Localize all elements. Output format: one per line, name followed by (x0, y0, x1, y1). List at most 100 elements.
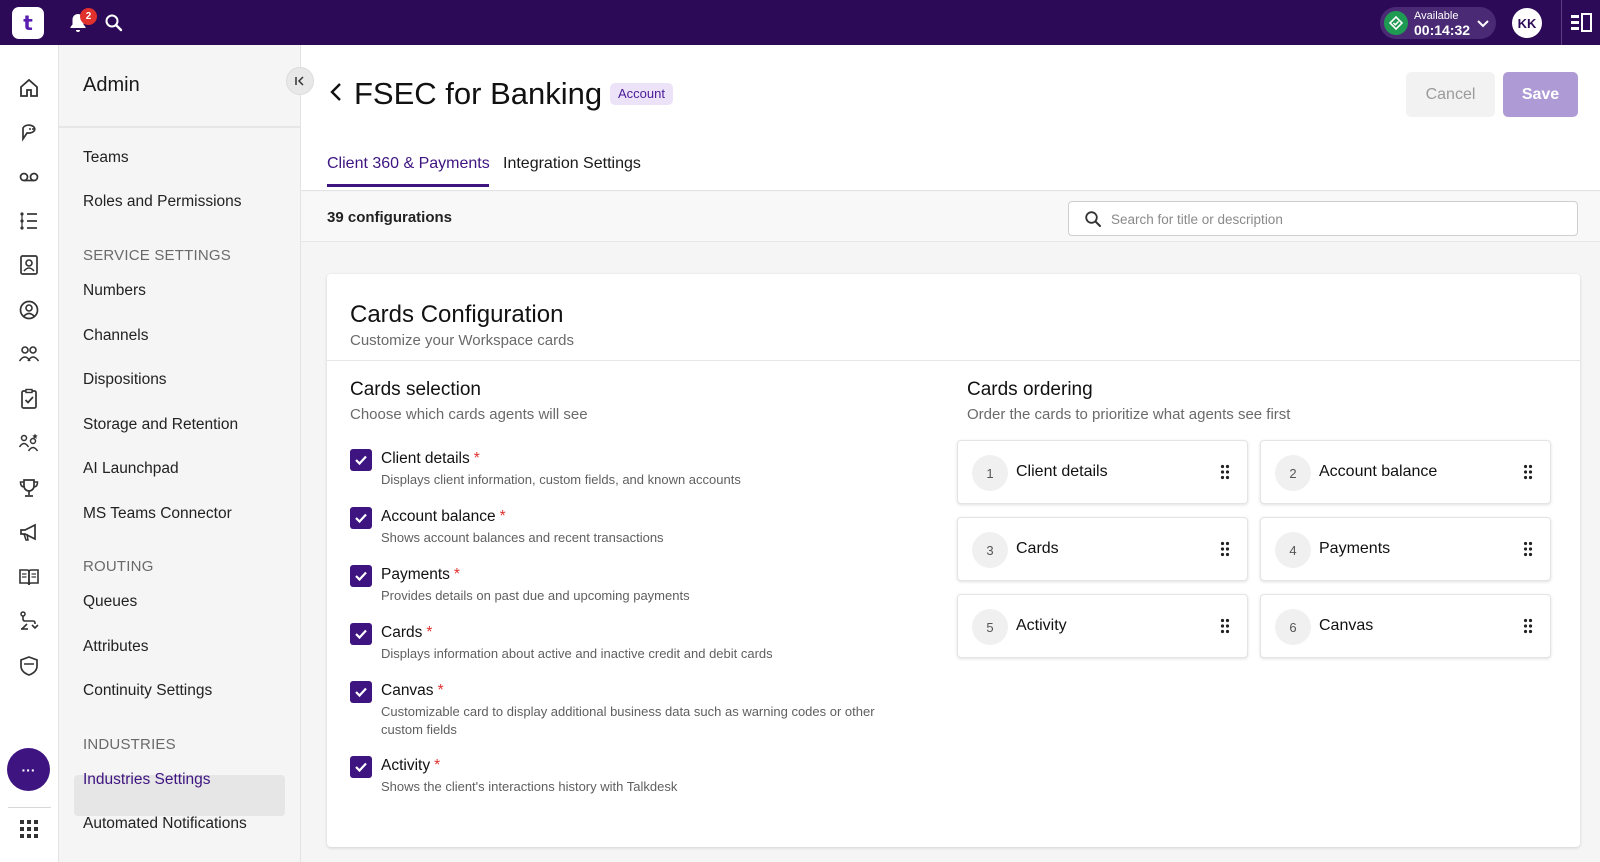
required-asterisk: * (426, 624, 433, 641)
cards-selection-subtitle: Choose which cards agents will see (350, 406, 588, 423)
tab-integration-settings[interactable]: Integration Settings (503, 155, 641, 173)
agent-icon[interactable] (17, 298, 41, 322)
required-asterisk: * (453, 566, 460, 583)
user-avatar[interactable]: KK (1512, 8, 1542, 38)
sidebar-item-storage-and-retention[interactable]: Storage and Retention (83, 416, 238, 434)
rail-divider (8, 807, 51, 808)
drag-handle-icon[interactable] (1523, 618, 1533, 639)
drag-handle-icon[interactable] (1220, 541, 1230, 562)
search-field[interactable] (1068, 201, 1578, 236)
checkbox-payments[interactable] (350, 565, 372, 587)
main-content: FSEC for Banking Account Cancel Save Cli… (301, 45, 1600, 862)
admin-sidebar: Admin Teams Roles and Permissions SERVIC… (59, 45, 314, 862)
checkbox-canvas[interactable] (350, 681, 372, 703)
order-card-client-details[interactable]: 1 Client details (957, 440, 1248, 504)
collapse-sidebar-button[interactable] (286, 67, 314, 95)
sidebar-item-industries-settings[interactable]: Industries Settings (83, 771, 211, 789)
checkbox-account-balance[interactable] (350, 507, 372, 529)
agent-status-selector[interactable]: Available 00:14:32 (1380, 7, 1496, 39)
list-icon[interactable] (17, 209, 41, 233)
checkbox-cards[interactable] (350, 623, 372, 645)
shield-icon[interactable] (17, 654, 41, 678)
voicemail-icon[interactable] (17, 165, 41, 189)
page-title: FSEC for Banking (354, 76, 603, 111)
users-star-icon[interactable] (17, 431, 41, 455)
order-position-badge: 1 (972, 455, 1008, 491)
option-label-text: Account balance (381, 508, 496, 525)
back-arrow-icon[interactable] (328, 81, 344, 108)
conversations-icon[interactable] (17, 120, 41, 144)
order-card-label: Activity (1016, 617, 1067, 634)
card-subtitle: Customize your Workspace cards (350, 332, 574, 349)
logo-text: t (23, 11, 33, 35)
sidebar-item-automated-notifications[interactable]: Automated Notifications (83, 815, 247, 833)
contacts-icon[interactable] (17, 253, 41, 277)
topbar-divider (1561, 0, 1562, 45)
megaphone-icon[interactable] (17, 520, 41, 544)
option-label: Activity * (381, 757, 440, 775)
card-title: Cards Configuration (350, 301, 564, 328)
sidebar-item-ai-launchpad[interactable]: AI Launchpad (83, 460, 179, 478)
configurations-count: 39 configurations (327, 209, 453, 226)
notification-count-badge: 2 (80, 8, 97, 25)
more-apps-button[interactable]: ··· (7, 748, 50, 791)
sidebar-item-continuity-settings[interactable]: Continuity Settings (83, 682, 212, 700)
order-card-canvas[interactable]: 6 Canvas (1260, 594, 1551, 658)
search-input[interactable] (1111, 207, 1551, 231)
order-card-cards[interactable]: 3 Cards (957, 517, 1248, 581)
sidebar-item-roles-and-permissions[interactable]: Roles and Permissions (83, 193, 242, 211)
search-icon[interactable] (104, 13, 124, 33)
order-card-activity[interactable]: 5 Activity (957, 594, 1248, 658)
required-asterisk: * (434, 757, 441, 774)
account-badge: Account (610, 83, 673, 105)
team-icon[interactable] (17, 342, 41, 366)
drag-handle-icon[interactable] (1523, 541, 1533, 562)
option-description: Shows the client's interactions history … (381, 779, 678, 794)
sidebar-section-routing: ROUTING (83, 558, 154, 575)
card-divider (327, 360, 1580, 361)
clipboard-icon[interactable] (17, 387, 41, 411)
option-description: Shows account balances and recent transa… (381, 530, 664, 545)
option-label-text: Activity (381, 757, 431, 774)
side-panel-icon[interactable] (1570, 13, 1592, 38)
cards-selection-title: Cards selection (350, 379, 481, 400)
required-asterisk: * (473, 450, 480, 467)
save-button[interactable]: Save (1503, 72, 1578, 117)
drag-handle-icon[interactable] (1523, 464, 1533, 485)
order-position-badge: 5 (972, 609, 1008, 645)
trophy-icon[interactable] (17, 476, 41, 500)
sidebar-item-queues[interactable]: Queues (83, 593, 137, 611)
order-card-account-balance[interactable]: 2 Account balance (1260, 440, 1551, 504)
status-timer: 00:14:32 (1414, 22, 1471, 38)
required-asterisk: * (499, 508, 506, 525)
chevron-down-icon (1476, 16, 1490, 35)
tab-client-360-payments[interactable]: Client 360 & Payments (327, 155, 490, 173)
order-card-label: Canvas (1319, 617, 1374, 634)
talkdesk-logo[interactable]: t (12, 7, 44, 39)
drag-handle-icon[interactable] (1220, 618, 1230, 639)
cards-ordering-title: Cards ordering (967, 379, 1093, 400)
drag-handle-icon[interactable] (1220, 464, 1230, 485)
sidebar-item-attributes[interactable]: Attributes (83, 638, 148, 656)
sidebar-item-dispositions[interactable]: Dispositions (83, 371, 167, 389)
status-available-icon (1384, 11, 1408, 35)
sidebar-item-ms-teams-connector[interactable]: MS Teams Connector (83, 505, 232, 523)
sidebar-item-teams[interactable]: Teams (83, 149, 129, 167)
sidebar-item-channels[interactable]: Channels (83, 327, 149, 345)
option-description: Provides details on past due and upcomin… (381, 588, 690, 603)
home-icon[interactable] (17, 76, 41, 100)
book-icon[interactable] (17, 565, 41, 589)
order-card-payments[interactable]: 4 Payments (1260, 517, 1551, 581)
option-label-text: Canvas (381, 682, 434, 699)
checkbox-client-details[interactable] (350, 449, 372, 471)
grid-icon[interactable] (17, 817, 41, 841)
checkbox-activity[interactable] (350, 756, 372, 778)
routing-icon[interactable] (17, 609, 41, 633)
active-tab-indicator (327, 184, 489, 187)
status-text: Available 00:14:32 (1414, 10, 1470, 38)
cancel-button[interactable]: Cancel (1406, 72, 1495, 117)
option-description: Customizable card to display additional … (381, 704, 875, 737)
search-icon (1084, 210, 1102, 233)
sidebar-item-numbers[interactable]: Numbers (83, 282, 146, 300)
option-label-text: Client details (381, 450, 470, 467)
